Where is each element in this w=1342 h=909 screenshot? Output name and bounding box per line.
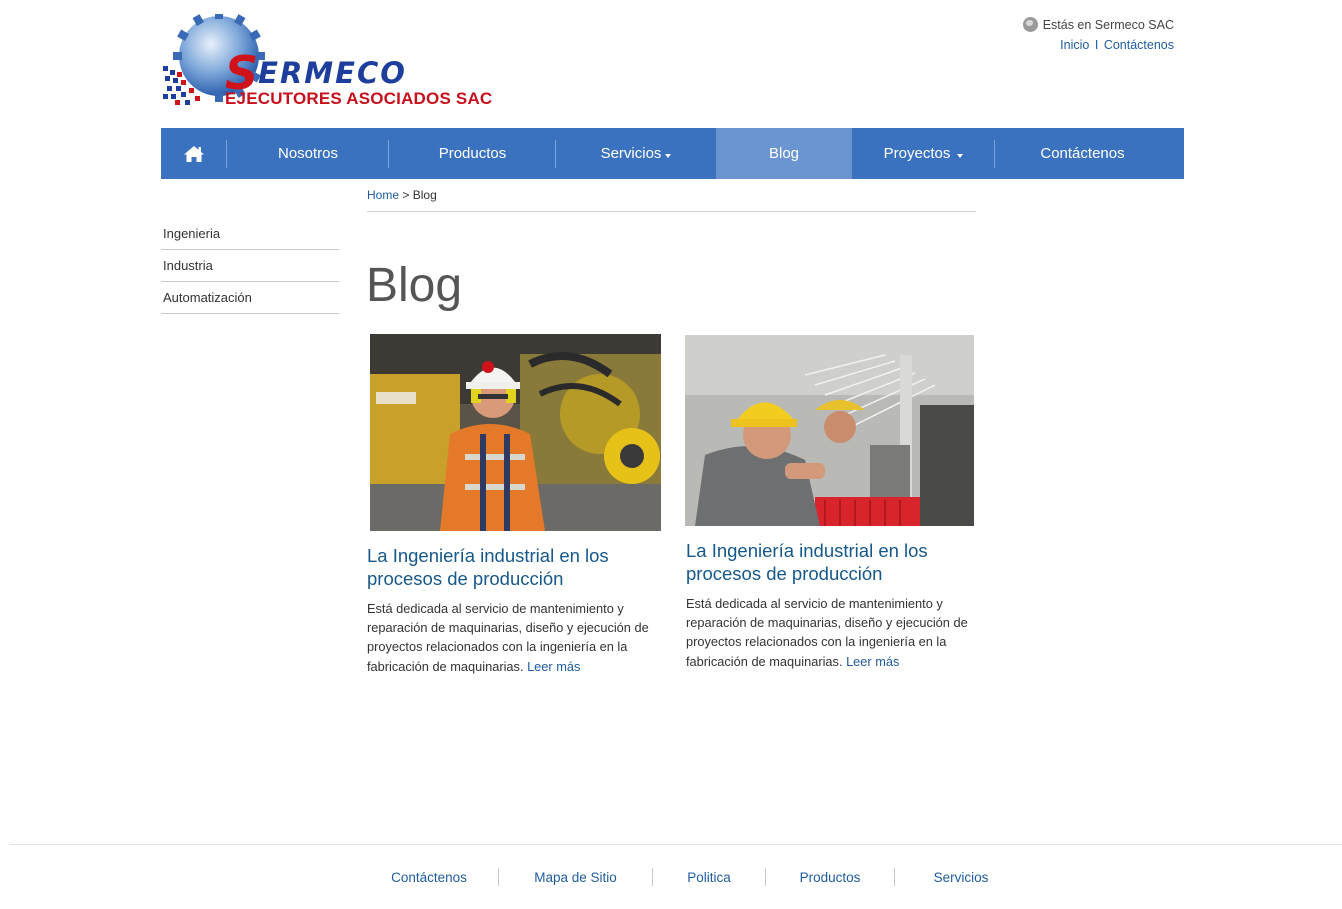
logo-name: ERMECO xyxy=(258,56,407,90)
top-info: Estás en Sermeco SAC Inicio I Contácteno… xyxy=(1022,17,1174,52)
breadcrumb-current: Blog xyxy=(412,188,437,202)
sidebar-item-ingenieria[interactable]: Ingenieria xyxy=(161,218,339,250)
nav-nosotros[interactable]: Nosotros xyxy=(227,128,389,179)
nav-label: Blog xyxy=(768,145,800,162)
main-nav: Nosotros Productos Servicios Blog Proyec… xyxy=(161,128,1184,179)
breadcrumb: Home > Blog xyxy=(367,188,976,212)
footer-link-politica[interactable]: Politica xyxy=(653,870,765,885)
nav-productos[interactable]: Productos xyxy=(389,128,556,179)
post-excerpt: Está dedicada al servicio de mantenimien… xyxy=(686,594,982,671)
nav-label: Productos xyxy=(438,145,507,162)
sermeco-logo[interactable]: SERMECO EJECUTORES ASOCIADOS SAC xyxy=(161,14,501,110)
nav-home[interactable] xyxy=(161,128,227,179)
footer-divider xyxy=(10,844,1342,845)
footer-links: Contáctenos Mapa de Sitio Politica Produ… xyxy=(360,866,1027,888)
footer-link-productos[interactable]: Productos xyxy=(766,870,894,885)
sidebar-item-industria[interactable]: Industria xyxy=(161,250,339,282)
sidebar: Ingenieria Industria Automatización xyxy=(161,218,339,314)
location-indicator: Estás en Sermeco SAC xyxy=(1022,17,1174,32)
post-image-technicians[interactable] xyxy=(685,335,974,526)
post-title[interactable]: La Ingeniería industrial en los procesos… xyxy=(367,544,663,590)
top-link-contactenos[interactable]: Contáctenos xyxy=(1104,38,1174,52)
post-excerpt: Está dedicada al servicio de mantenimien… xyxy=(367,599,663,676)
post-excerpt-text: Está dedicada al servicio de mantenimien… xyxy=(367,601,649,674)
home-icon xyxy=(184,145,204,162)
post-title[interactable]: La Ingeniería industrial en los procesos… xyxy=(686,539,982,585)
nav-label: Nosotros xyxy=(277,145,339,162)
caret-down-icon xyxy=(957,153,964,158)
caret-down-icon xyxy=(665,153,672,158)
footer-link-mapa-de-sitio[interactable]: Mapa de Sitio xyxy=(499,870,652,885)
post-image-worker[interactable] xyxy=(370,334,661,531)
nav-label: Contáctenos xyxy=(1040,145,1125,162)
nav-label: Servicios xyxy=(600,145,662,162)
breadcrumb-separator: > xyxy=(402,188,410,202)
blog-post-card: La Ingeniería industrial en los procesos… xyxy=(367,334,663,676)
read-more-link[interactable]: Leer más xyxy=(846,654,899,669)
logo-wordmark: SERMECO xyxy=(225,40,407,100)
read-more-link[interactable]: Leer más xyxy=(527,659,580,674)
nav-contactenos[interactable]: Contáctenos xyxy=(995,128,1170,179)
top-links: Inicio I Contáctenos xyxy=(1023,38,1174,52)
blog-post-card: La Ingeniería industrial en los procesos… xyxy=(685,335,982,671)
breadcrumb-home[interactable]: Home xyxy=(367,188,399,202)
location-text: Estás en Sermeco SAC xyxy=(1042,17,1174,32)
footer-link-contactenos[interactable]: Contáctenos xyxy=(360,870,498,885)
nav-label: Proyectos xyxy=(883,145,951,162)
top-link-inicio[interactable]: Inicio xyxy=(1060,38,1089,52)
footer-link-servicios[interactable]: Servicios xyxy=(895,870,1027,885)
sidebar-item-automatizacion[interactable]: Automatización xyxy=(161,282,339,314)
nav-servicios[interactable]: Servicios xyxy=(556,128,716,179)
top-links-separator: I xyxy=(1094,38,1099,52)
post-excerpt-text: Está dedicada al servicio de mantenimien… xyxy=(686,596,968,669)
page-title: Blog xyxy=(366,259,463,312)
globe-icon xyxy=(1022,17,1038,32)
nav-blog[interactable]: Blog xyxy=(716,128,852,179)
logo-tagline: EJECUTORES ASOCIADOS SAC xyxy=(225,89,493,108)
nav-proyectos[interactable]: Proyectos xyxy=(852,128,995,179)
